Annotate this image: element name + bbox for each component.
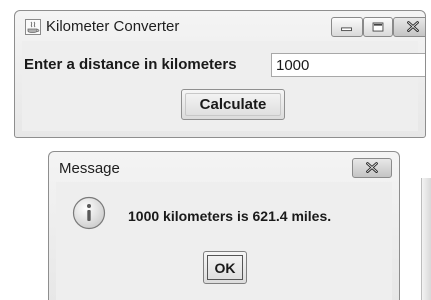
dialog-title: Message	[59, 160, 120, 177]
message-dialog: Message 1000 kilometers is 621.4 miles. …	[48, 151, 400, 300]
close-button[interactable]	[393, 17, 425, 37]
background-window-edge	[421, 178, 431, 300]
maximize-icon	[372, 22, 384, 32]
maximize-button[interactable]	[363, 17, 393, 37]
title-bar[interactable]: Kilometer Converter	[15, 11, 425, 41]
window-title: Kilometer Converter	[46, 18, 180, 35]
minimize-button[interactable]	[331, 17, 363, 37]
minimize-icon	[341, 27, 352, 32]
dialog-content: 1000 kilometers is 621.4 miles. OK	[56, 182, 392, 300]
ok-button-label: OK	[207, 255, 243, 280]
result-message: 1000 kilometers is 621.4 miles.	[128, 208, 332, 224]
java-app-icon	[25, 19, 41, 35]
distance-prompt-label: Enter a distance in kilometers	[24, 56, 237, 73]
info-icon	[72, 196, 106, 230]
close-icon	[407, 21, 419, 32]
calculate-button-label: Calculate	[185, 93, 281, 116]
calculate-button[interactable]: Calculate	[181, 89, 285, 120]
dialog-title-bar[interactable]: Message	[49, 152, 399, 182]
kilometers-input[interactable]	[271, 53, 425, 77]
window-content: Enter a distance in kilometers Calculate	[22, 41, 425, 131]
ok-button[interactable]: OK	[203, 251, 247, 284]
dialog-close-button[interactable]	[352, 158, 392, 178]
kilometer-converter-window: Kilometer Converter Enter a distance in …	[14, 10, 426, 138]
close-icon	[366, 162, 378, 173]
